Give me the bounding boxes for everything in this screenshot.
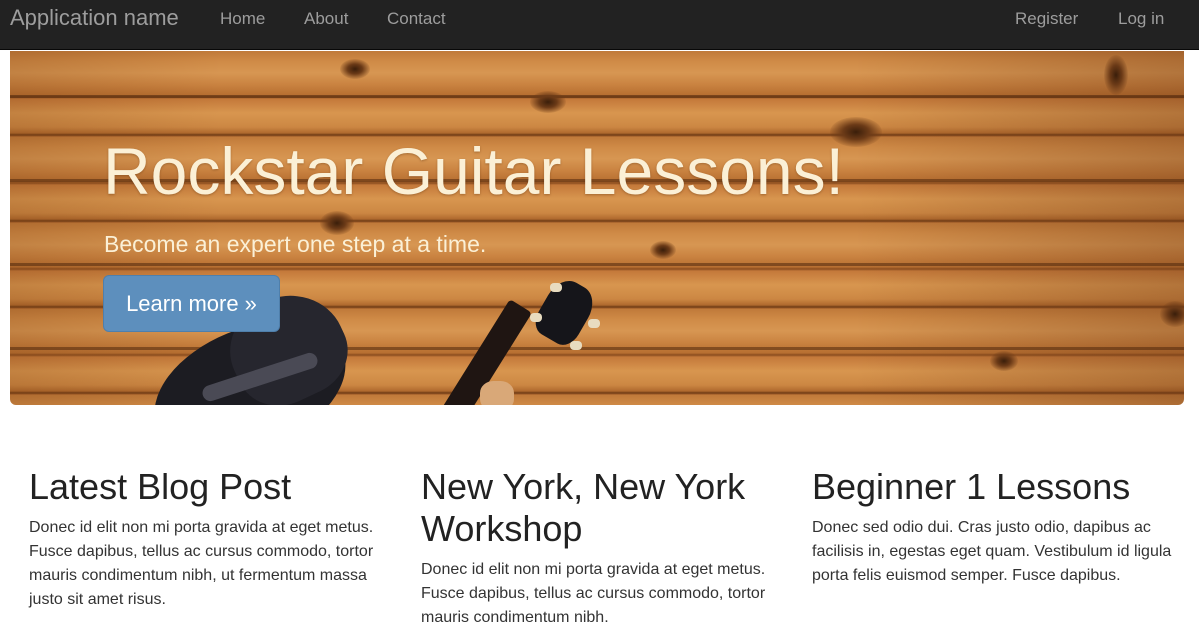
tuning-peg-icon [550,283,562,292]
wood-plank-seam [10,95,1184,98]
tuning-peg-icon [588,319,600,328]
blog-post-text: Donec id elit non mi porta gravida at eg… [29,519,374,608]
learn-more-button[interactable]: Learn more » [103,275,280,332]
blog-post-heading: Latest Blog Post [29,466,292,507]
hand-illustration [480,381,514,405]
lessons-text: Donec sed odio dui. Cras justo odio, dap… [812,519,1172,584]
workshop-heading: New York, New York Workshop [421,466,746,549]
wood-knot [650,241,676,259]
navbar: Application name Home About Contact Regi… [0,0,1199,50]
hero-title: Rockstar Guitar Lessons! [103,134,844,208]
brand-link[interactable]: Application name [10,6,179,30]
login-link[interactable]: Log in [1118,9,1164,29]
nav-link-contact[interactable]: Contact [387,9,446,29]
wood-knot [990,351,1018,371]
hero-subtitle: Become an expert one step at a time. [104,231,487,257]
nav-link-about[interactable]: About [304,9,348,29]
nav-link-home[interactable]: Home [220,9,265,29]
lessons-heading: Beginner 1 Lessons [812,466,1131,507]
wood-knot [1104,55,1128,95]
workshop-text: Donec id elit non mi porta gravida at eg… [421,561,766,626]
register-link[interactable]: Register [1015,9,1078,29]
workshop-column: New York, New York Workshop Donec id eli… [421,462,781,630]
blog-post-column: Latest Blog Post Donec id elit non mi po… [29,462,389,612]
tuning-peg-icon [570,341,582,350]
tuning-peg-icon [530,313,542,322]
wood-knot [1160,301,1184,327]
wood-knot [530,91,566,113]
banjo-headstock-illustration [529,273,601,351]
wood-plank-seam [10,347,1184,350]
banjo-neck-illustration [419,299,533,405]
hero-banner: Rockstar Guitar Lessons! Become an exper… [10,51,1184,405]
lessons-column: Beginner 1 Lessons Donec sed odio dui. C… [812,462,1172,588]
wood-plank-seam [10,263,1184,266]
wood-knot [340,59,370,79]
